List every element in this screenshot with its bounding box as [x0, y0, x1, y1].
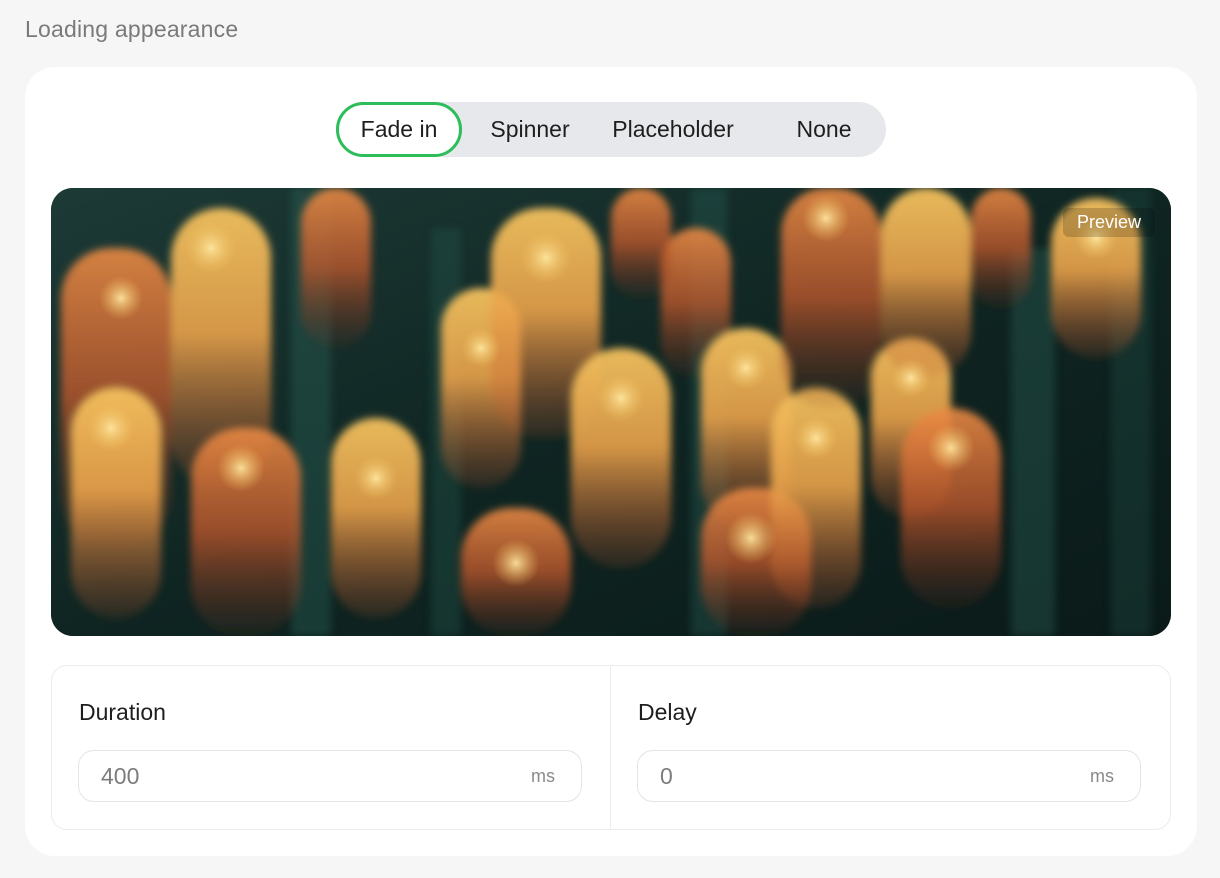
preview-badge: Preview	[1062, 208, 1155, 237]
option-placeholder[interactable]: Placeholder	[598, 102, 748, 157]
timing-settings: Duration 400 ms Delay 0 ms	[51, 665, 1171, 830]
preview-image: Preview	[51, 188, 1171, 636]
duration-value: 400	[101, 762, 140, 789]
option-fade-in[interactable]: Fade in	[336, 102, 462, 157]
option-none[interactable]: None	[754, 102, 894, 157]
loading-appearance-card: Fade in Spinner Placeholder None Preview…	[25, 67, 1197, 856]
delay-unit: ms	[1090, 765, 1114, 786]
duration-input[interactable]: 400 ms	[78, 750, 582, 802]
delay-label: Delay	[638, 699, 697, 725]
delay-input[interactable]: 0 ms	[637, 750, 1141, 802]
blurred-flowers-image	[51, 188, 1171, 636]
option-spinner[interactable]: Spinner	[466, 102, 594, 157]
section-title: Loading appearance	[25, 16, 239, 42]
delay-value: 0	[660, 762, 673, 789]
duration-unit: ms	[531, 765, 555, 786]
duration-label: Duration	[79, 699, 166, 725]
delay-field-group: Delay 0 ms	[611, 666, 1169, 829]
loading-style-selector: Fade in Spinner Placeholder None	[336, 102, 886, 157]
duration-field-group: Duration 400 ms	[52, 666, 610, 829]
